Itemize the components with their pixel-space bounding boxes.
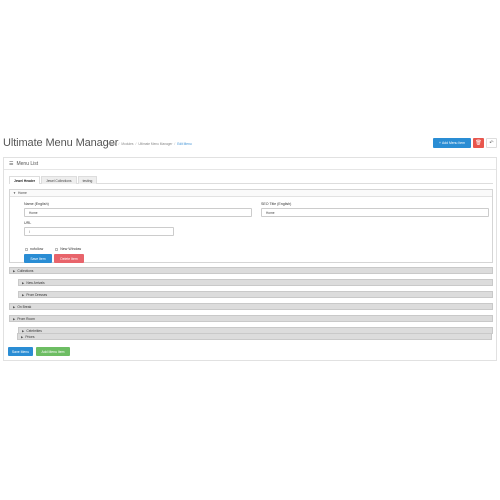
caret-right-icon: ▶ <box>13 316 16 321</box>
reply-icon: ↶ <box>489 140 494 146</box>
new-window-checkbox[interactable]: New Window <box>55 247 81 251</box>
caret-down-icon: ▼ <box>13 191 16 195</box>
add-menu-item-button[interactable]: + Add Menu Item <box>433 138 471 148</box>
caret-right-icon: ▶ <box>22 280 25 285</box>
footer-actions: Save Menu Add Menu Item <box>8 347 70 356</box>
back-button[interactable]: ↶ <box>486 138 497 148</box>
menu-item-label: Home <box>17 191 27 195</box>
tree-item-label: Collections <box>17 268 34 273</box>
url-label: URL <box>24 221 32 225</box>
caret-right-icon: ▶ <box>22 328 25 333</box>
checkbox-box <box>25 247 28 251</box>
new-window-label: New Window <box>60 247 82 251</box>
tree-item-prom-room[interactable]: ▶ Prom Room <box>9 315 493 322</box>
tree-item-label: New Arrivals <box>26 280 45 285</box>
breadcrumb-separator: / <box>118 142 120 146</box>
tree-item-on-break[interactable]: ▶ On Break <box>9 303 493 310</box>
tree-item-new-arrivals[interactable]: ▶ New Arrivals <box>18 279 493 286</box>
add-menu-item-footer-button[interactable]: Add Menu Item <box>36 347 70 356</box>
breadcrumb-current: Edit Menu <box>177 142 192 146</box>
tree-item-prom-dresses[interactable]: ▶ Prom Dresses <box>18 291 493 298</box>
tab-testing[interactable]: testing <box>77 176 98 184</box>
breadcrumb-home[interactable]: Home <box>108 142 117 146</box>
page-title: Ultimate Menu Manager <box>3 137 119 149</box>
breadcrumb: Home / Modules / Ultimate Menu Manager /… <box>108 142 192 146</box>
name-label: Name (English) <box>24 202 49 206</box>
options-row: nofollow New Window <box>25 247 81 251</box>
trash-icon: 🗑 <box>475 140 482 146</box>
breadcrumb-module[interactable]: Ultimate Menu Manager <box>138 142 172 146</box>
save-item-button[interactable]: Save Item <box>24 254 52 263</box>
seo-title-field[interactable]: Home <box>261 208 489 217</box>
breadcrumb-modules[interactable]: Modules <box>121 142 133 146</box>
top-actions: + Add Menu Item 🗑 ↶ <box>433 138 497 148</box>
tab-jewel-header[interactable]: Jewel Header <box>9 176 41 184</box>
nofollow-checkbox[interactable]: nofollow <box>25 247 43 251</box>
caret-right-icon: ▶ <box>22 292 25 297</box>
caret-right-icon: ▶ <box>21 334 24 339</box>
menu-item-home: ▼ Home Name (English) Home SEO Title (En… <box>9 189 493 263</box>
tab-jewel-collections[interactable]: Jewel Collections <box>41 176 77 184</box>
nofollow-label: nofollow <box>30 247 44 251</box>
add-menu-item-label: Add Menu Item <box>441 141 465 145</box>
menu-list-panel: ☰ Menu List Jewel Header Jewel Collectio… <box>3 157 497 361</box>
menu-tabs: Jewel Header Jewel Collections testing <box>9 176 493 184</box>
tree-item-prices[interactable]: ▶ Prices <box>17 333 492 340</box>
url-field[interactable]: / <box>24 227 174 236</box>
tree-item-label: Prices <box>25 334 35 339</box>
menu-item-header[interactable]: ▼ Home <box>10 190 492 197</box>
caret-right-icon: ▶ <box>13 268 16 273</box>
delete-item-button[interactable]: Delete Item <box>54 254 84 263</box>
tree-item-label: Prom Dresses <box>26 292 48 297</box>
breadcrumb-separator: / <box>174 142 176 146</box>
list-icon: ☰ <box>9 160 14 167</box>
panel-heading-label: Menu List <box>16 160 39 167</box>
tree-item-label: Celebrities <box>26 328 42 333</box>
tree-item-label: Prom Room <box>17 316 35 321</box>
tree-item-collections[interactable]: ▶ Collections <box>9 267 493 274</box>
plus-icon: + <box>439 141 441 145</box>
caret-right-icon: ▶ <box>13 304 16 309</box>
breadcrumb-separator: / <box>135 142 137 146</box>
tree-item-label: On Break <box>17 304 32 309</box>
save-menu-button[interactable]: Save Menu <box>8 347 33 356</box>
seo-title-label: SEO Title (English) <box>261 202 292 206</box>
delete-button[interactable]: 🗑 <box>473 138 484 148</box>
panel-heading: ☰ Menu List <box>4 158 496 170</box>
checkbox-box <box>55 247 59 251</box>
name-field[interactable]: Home <box>24 208 252 217</box>
page-header: Ultimate Menu Manager Home / Modules / U… <box>3 136 497 152</box>
